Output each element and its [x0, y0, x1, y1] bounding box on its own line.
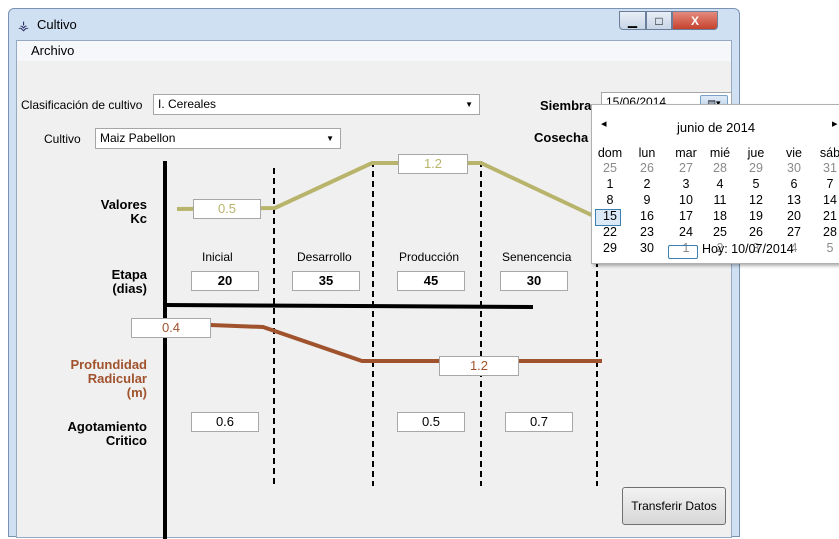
horizontal-axis	[164, 303, 534, 309]
calendar-day[interactable]: 4	[705, 177, 735, 191]
calendar-day[interactable]: 8	[595, 193, 625, 207]
next-month-button[interactable]: ▸	[832, 117, 838, 130]
kc-label-line1: Valores	[100, 197, 147, 212]
prof-label-line3: (m)	[126, 385, 147, 400]
calendar-day[interactable]: 28	[815, 225, 839, 239]
calendar-month-title[interactable]: junio de 2014	[677, 120, 755, 135]
stage-name-inicial: Inicial	[202, 250, 233, 264]
calendar-day[interactable]: 2	[632, 177, 662, 191]
agot-produccion-value[interactable]: 0.5	[397, 412, 465, 432]
calendar-day[interactable]: 19	[741, 209, 771, 223]
calendar-day[interactable]: 26	[632, 161, 662, 175]
kc-mid-value[interactable]: 1.2	[398, 154, 468, 174]
calendar-day[interactable]: 28	[705, 161, 735, 175]
calendar-day[interactable]: 9	[632, 193, 662, 207]
stage-days-senencencia[interactable]: 30	[500, 271, 568, 291]
agot-senencencia-value[interactable]: 0.7	[505, 412, 573, 432]
calendar-day[interactable]: 23	[632, 225, 662, 239]
root-depth-curve	[184, 322, 602, 363]
day-header: lun	[638, 146, 656, 160]
calendar-popup: ◂ junio de 2014 ▸ dom lun mar mié jue vie sáb …	[591, 104, 839, 264]
prof-label-line2: Radicular	[87, 371, 147, 386]
root-max-value[interactable]: 1.2	[439, 356, 519, 376]
calendar-day[interactable]: 3	[671, 177, 701, 191]
calendar-day[interactable]: 31	[815, 161, 839, 175]
calendar-day[interactable]: 10	[671, 193, 701, 207]
stage-days-desarrollo[interactable]: 35	[292, 271, 360, 291]
prof-label-line1: Profundidad	[70, 357, 147, 372]
calendar-day[interactable]: 24	[671, 225, 701, 239]
day-header: sáb	[819, 146, 839, 160]
cultivo-window: ⚶ Cultivo ▁ □ X Archivo Clasificación de…	[8, 8, 740, 539]
calendar-day[interactable]: 12	[741, 193, 771, 207]
stage-name-desarrollo: Desarrollo	[297, 250, 352, 264]
agot-inicial-value[interactable]: 0.6	[191, 412, 259, 432]
day-header: mar	[675, 146, 697, 160]
kc-initial-value[interactable]: 0.5	[193, 199, 261, 219]
etapa-label-line1: Etapa	[111, 267, 147, 282]
calendar-day[interactable]: 7	[815, 177, 839, 191]
calendar-day[interactable]: 1	[595, 177, 625, 191]
minimize-button[interactable]: ▁	[619, 11, 646, 30]
prev-month-button[interactable]: ◂	[601, 117, 607, 130]
stage-name-produccion: Producción	[399, 250, 460, 264]
calendar-day[interactable]: 27	[779, 225, 809, 239]
transfer-data-button[interactable]: Transferir Datos	[622, 487, 726, 525]
maximize-icon: □	[655, 13, 663, 28]
calendar-day[interactable]: 11	[705, 193, 735, 207]
calendar-day[interactable]: 27	[671, 161, 701, 175]
calendar-day[interactable]: 30	[632, 241, 662, 255]
calendar-day[interactable]: 21	[815, 209, 839, 223]
calendar-day[interactable]: 25	[595, 161, 625, 175]
calendar-day[interactable]: 15	[595, 209, 625, 223]
close-button[interactable]: X	[672, 11, 718, 30]
calendar-day[interactable]: 16	[632, 209, 662, 223]
app-icon: ⚶	[18, 18, 30, 33]
calendar-day[interactable]: 13	[779, 193, 809, 207]
calendar-day[interactable]: 26	[741, 225, 771, 239]
root-initial-value[interactable]: 0.4	[131, 318, 211, 338]
etapa-label-line2: (dias)	[112, 281, 147, 296]
calendar-day[interactable]: 6	[779, 177, 809, 191]
agot-label-line2: Critico	[105, 433, 147, 448]
calendar-day[interactable]: 5	[815, 241, 839, 255]
today-marker-icon	[668, 245, 698, 259]
today-link[interactable]: Hoy: 10/07/2014	[702, 242, 794, 256]
calendar-day[interactable]: 25	[705, 225, 735, 239]
minimize-icon: ▁	[627, 13, 638, 28]
calendar-day[interactable]: 30	[779, 161, 809, 175]
stage-days-inicial[interactable]: 20	[191, 271, 259, 291]
calendar-day[interactable]: 29	[595, 241, 625, 255]
calendar-day[interactable]: 22	[595, 225, 625, 239]
kc-label-line2: Kc	[130, 211, 147, 226]
calendar-day[interactable]: 20	[779, 209, 809, 223]
calendar-day[interactable]: 29	[741, 161, 771, 175]
calendar-day[interactable]: 18	[705, 209, 735, 223]
day-header: jue	[747, 146, 765, 160]
agot-label-line1: Agotamiento	[67, 419, 147, 434]
day-header: mié	[709, 146, 731, 160]
stage-name-senencencia: Senencencia	[502, 250, 572, 264]
stage-days-produccion[interactable]: 45	[397, 271, 465, 291]
window-title: Cultivo	[37, 17, 77, 32]
calendar-day[interactable]: 5	[741, 177, 771, 191]
day-header: vie	[786, 146, 802, 160]
title-bar[interactable]: ⚶ Cultivo ▁ □ X	[9, 9, 739, 41]
day-header: dom	[597, 146, 623, 160]
calendar-day[interactable]: 17	[671, 209, 701, 223]
calendar-day[interactable]: 14	[815, 193, 839, 207]
maximize-button[interactable]: □	[646, 11, 672, 30]
